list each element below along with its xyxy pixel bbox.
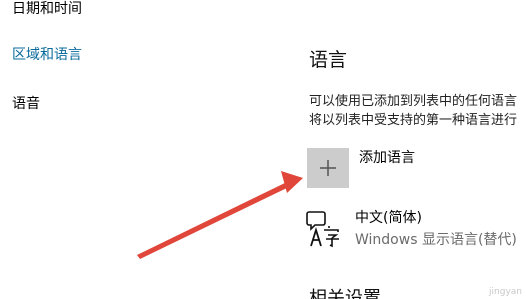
language-icon bbox=[306, 211, 339, 248]
description-line: 将以列表中受支持的第一种语言进行 bbox=[309, 113, 518, 128]
section-title-languages: 语言 bbox=[309, 49, 348, 71]
settings-window: 日期和时间 区域和语言 语音 语言 可以使用已添加到列表中的任何语言 将以列表中… bbox=[0, 0, 526, 299]
plus-icon bbox=[320, 160, 336, 176]
sidebar-item-speech[interactable]: 语音 bbox=[12, 94, 40, 114]
add-language-label[interactable]: 添加语言 bbox=[359, 148, 415, 168]
language-item-chinese-simplified[interactable]: 中文(简体) Windows 显示语言(替代) bbox=[305, 206, 526, 254]
languages-description: 可以使用已添加到列表中的任何语言 将以列表中受支持的第一种语言进行 bbox=[309, 92, 526, 130]
related-settings-title: 相关设置 bbox=[309, 288, 381, 299]
sidebar-item-region-language[interactable]: 区域和语言 bbox=[12, 45, 82, 65]
language-subtitle: Windows 显示语言(替代) bbox=[355, 232, 517, 248]
add-language-button[interactable] bbox=[307, 148, 349, 188]
language-name: 中文(简体) bbox=[355, 210, 422, 226]
sidebar-item-date-time[interactable]: 日期和时间 bbox=[12, 0, 82, 19]
description-line: 可以使用已添加到列表中的任何语言 bbox=[309, 94, 518, 109]
watermark: jingyan bbox=[489, 287, 522, 297]
